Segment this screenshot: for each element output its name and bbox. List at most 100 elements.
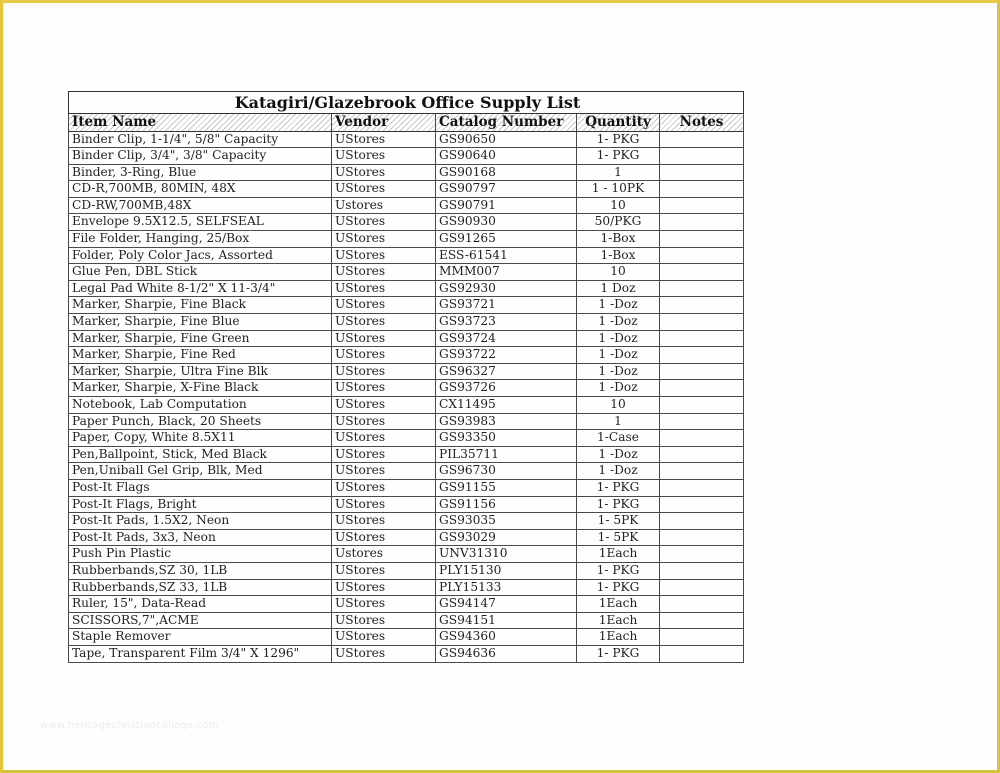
notes-cell (658, 130, 745, 149)
catalog-number-cell: GS90797 (435, 180, 577, 198)
vendor-cell: UStores (331, 595, 436, 613)
quantity-cell: 1- 5PK (576, 512, 660, 530)
quantity-cell: 1 -Doz (576, 445, 660, 464)
vendor-cell: UStores (331, 130, 436, 149)
notes-cell (658, 329, 745, 348)
item-name-cell: Marker, Sharpie, Fine Green (68, 329, 332, 348)
catalog-number-cell: GS90640 (435, 147, 577, 165)
notes-cell (658, 545, 745, 563)
notes-cell (658, 628, 745, 646)
catalog-number-cell: GS90791 (435, 196, 577, 215)
catalog-number-cell: GS92930 (435, 279, 577, 298)
table-row: CD-RW,700MB,48X Ustores GS90791 10 (68, 196, 745, 215)
item-name-cell: Rubberbands,SZ 33, 1LB (68, 578, 332, 597)
table-row: Ruler, 15", Data-Read UStores GS94147 1Each (68, 595, 745, 613)
quantity-cell: 10 (576, 196, 660, 215)
table-row: Marker, Sharpie, Ultra Fine Blk UStores GS… (68, 362, 745, 381)
item-name-cell: Pen,Ballpoint, Stick, Med Black (68, 445, 332, 464)
quantity-cell: 50/PKG (576, 213, 660, 232)
quantity-cell: 1- PKG (576, 130, 660, 149)
table-row: Marker, Sharpie, Fine Red UStores GS93722 1… (68, 346, 745, 364)
notes-cell (658, 246, 745, 265)
column-header-catalog-number: Catalog Number (435, 113, 577, 132)
table-row: Binder Clip, 1-1/4", 5/8" Capacity UStore… (68, 130, 745, 149)
catalog-number-cell: GS96327 (435, 362, 577, 381)
vendor-cell: UStores (331, 462, 436, 480)
vendor-cell: UStores (331, 611, 436, 630)
quantity-cell: 1- PKG (576, 495, 660, 514)
column-header-notes: Notes (658, 113, 745, 132)
quantity-cell: 1- PKG (576, 578, 660, 597)
vendor-cell: UStores (331, 512, 436, 530)
quantity-cell: 1- PKG (576, 147, 660, 165)
table-row: Folder, Poly Color Jacs, Assorted UStores… (68, 246, 745, 265)
catalog-number-cell: PLY15130 (435, 561, 577, 580)
vendor-cell: UStores (331, 578, 436, 597)
item-name-cell: Pen,Uniball Gel Grip, Blk, Med (68, 462, 332, 480)
table-row: Marker, Sharpie, Fine Green UStores GS9372… (68, 329, 745, 348)
table-row: Push Pin Plastic Ustores UNV31310 1Each (68, 545, 745, 563)
watermark: www.heritagechristiancollege.com (40, 720, 219, 731)
quantity-cell: 1Each (576, 595, 660, 613)
table-row: Binder Clip, 3/4", 3/8" Capacity UStores G… (68, 147, 745, 165)
quantity-cell: 1- PKG (576, 561, 660, 580)
table-row: Marker, Sharpie, Fine Black UStores GS9372… (68, 296, 745, 315)
notes-cell (658, 213, 745, 232)
vendor-cell: UStores (331, 362, 436, 381)
vendor-cell: UStores (331, 213, 436, 232)
vendor-cell: UStores (331, 412, 436, 431)
notes-cell (658, 412, 745, 431)
notes-cell (658, 396, 745, 414)
table-row: SCISSORS,7",ACME UStores GS94151 1Each (68, 611, 745, 630)
notes-cell (658, 528, 745, 547)
catalog-number-cell: GS93721 (435, 296, 577, 315)
notes-cell (658, 263, 745, 281)
vendor-cell: UStores (331, 478, 436, 497)
table-row: Notebook, Lab Computation UStores CX11495 1… (68, 396, 745, 414)
catalog-number-cell: PLY15133 (435, 578, 577, 597)
document-title: Katagiri/Glazebrook Office Supply List (67, 91, 745, 114)
vendor-cell: UStores (331, 379, 436, 397)
notes-cell (658, 379, 745, 397)
vendor-cell: UStores (331, 495, 436, 514)
catalog-number-cell: GS96730 (435, 462, 577, 480)
vendor-cell: UStores (331, 147, 436, 165)
vendor-cell: UStores (331, 561, 436, 580)
table-row: Post-It Flags UStores GS91155 1- PKG (68, 478, 745, 497)
quantity-cell: 1-Box (576, 246, 660, 265)
catalog-number-cell: GS91265 (435, 230, 577, 248)
item-name-cell: Paper, Copy, White 8.5X11 (68, 429, 332, 447)
table-row: Rubberbands,SZ 30, 1LB UStores PLY15130 1- … (68, 561, 745, 580)
column-header-vendor: Vendor (331, 113, 436, 132)
catalog-number-cell: GS94636 (435, 644, 577, 663)
quantity-cell: 1 (576, 412, 660, 431)
table-row: CD-R,700MB, 80MIN, 48X UStores GS90797 1 - … (68, 180, 745, 198)
quantity-cell: 1 -Doz (576, 329, 660, 348)
catalog-number-cell: GS93350 (435, 429, 577, 447)
item-name-cell: Post-It Pads, 1.5X2, Neon (68, 512, 332, 530)
item-name-cell: Post-It Flags, Bright (68, 495, 332, 514)
catalog-number-cell: GS90168 (435, 163, 577, 182)
column-header-quantity: Quantity (576, 113, 660, 132)
item-name-cell: Post-It Pads, 3x3, Neon (68, 528, 332, 547)
vendor-cell: UStores (331, 263, 436, 281)
table-row: Paper Punch, Black, 20 Sheets UStores GS93… (68, 412, 745, 431)
quantity-cell: 1 -Doz (576, 362, 660, 381)
vendor-cell: UStores (331, 628, 436, 646)
quantity-cell: 1Each (576, 611, 660, 630)
vendor-cell: UStores (331, 528, 436, 547)
notes-cell (658, 180, 745, 198)
notes-cell (658, 561, 745, 580)
table-row: Legal Pad White 8-1/2" X 11-3/4" UStores G… (68, 279, 745, 298)
notes-cell (658, 362, 745, 381)
catalog-number-cell: PIL35711 (435, 445, 577, 464)
quantity-cell: 10 (576, 396, 660, 414)
catalog-number-cell: GS93983 (435, 412, 577, 431)
vendor-cell: UStores (331, 180, 436, 198)
table-row: Rubberbands,SZ 33, 1LB UStores PLY15133 1- … (68, 578, 745, 597)
item-name-cell: Folder, Poly Color Jacs, Assorted (68, 246, 332, 265)
notes-cell (658, 429, 745, 447)
item-name-cell: Push Pin Plastic (68, 545, 332, 563)
item-name-cell: Post-It Flags (68, 478, 332, 497)
quantity-cell: 1 -Doz (576, 346, 660, 364)
